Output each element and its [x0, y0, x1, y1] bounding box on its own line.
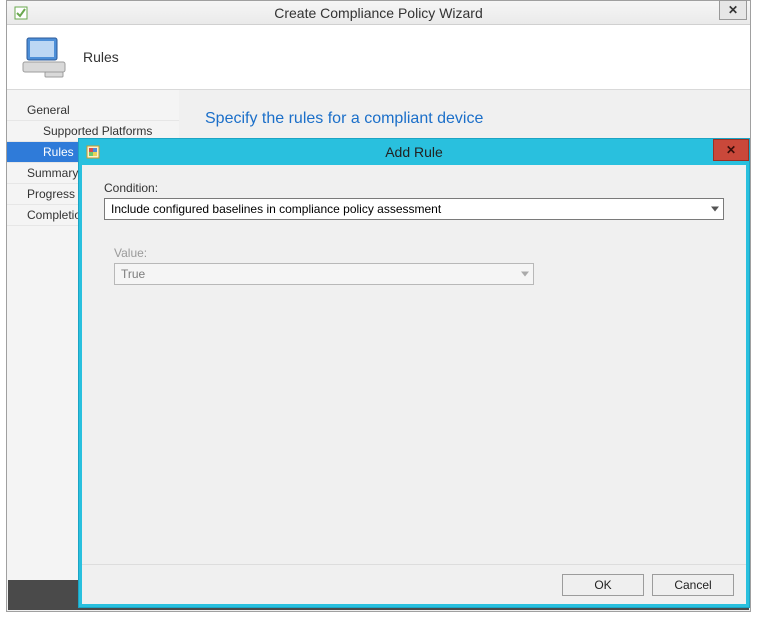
wizard-close-button[interactable]: ✕ [719, 0, 747, 20]
wizard-header: Rules [7, 25, 750, 90]
dialog-system-icon [85, 144, 101, 160]
computer-icon [19, 32, 69, 82]
close-icon: ✕ [726, 143, 736, 157]
dialog-title: Add Rule [79, 144, 749, 160]
dialog-close-button[interactable]: ✕ [713, 139, 749, 161]
close-icon: ✕ [728, 3, 738, 17]
add-rule-dialog: Add Rule ✕ Condition: Include configured… [78, 138, 750, 608]
ok-button[interactable]: OK [562, 574, 644, 596]
ok-label: OK [594, 578, 611, 592]
value-value: True [121, 267, 145, 281]
wizard-system-icon [11, 3, 31, 23]
chevron-down-icon [711, 207, 719, 212]
dialog-body: Condition: Include configured baselines … [82, 165, 746, 563]
cancel-label: Cancel [674, 578, 711, 592]
wizard-header-label: Rules [83, 49, 119, 65]
condition-label: Condition: [104, 181, 724, 195]
wizard-titlebar[interactable]: Create Compliance Policy Wizard ✕ [7, 1, 750, 25]
sidebar-item-general[interactable]: General [7, 100, 179, 121]
condition-dropdown[interactable]: Include configured baselines in complian… [104, 198, 724, 220]
value-block: Value: True [114, 246, 534, 285]
wizard-title: Create Compliance Policy Wizard [7, 5, 750, 21]
value-label: Value: [114, 246, 534, 260]
value-dropdown: True [114, 263, 534, 285]
dialog-footer: OK Cancel [82, 564, 746, 604]
condition-value: Include configured baselines in complian… [111, 202, 441, 216]
wizard-main-heading: Specify the rules for a compliant device [205, 110, 724, 128]
cancel-button[interactable]: Cancel [652, 574, 734, 596]
chevron-down-icon [521, 272, 529, 277]
dialog-titlebar[interactable]: Add Rule ✕ [79, 139, 749, 165]
